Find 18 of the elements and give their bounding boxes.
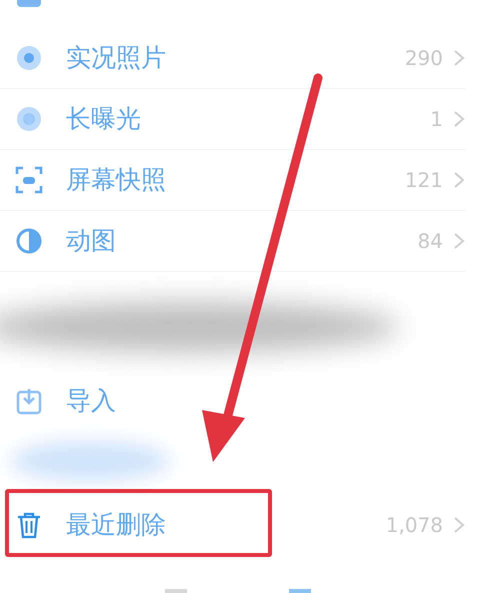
screenshot-icon bbox=[14, 165, 44, 195]
chevron-icon bbox=[453, 49, 465, 67]
album-label: 最近删除 bbox=[66, 508, 166, 541]
album-label: 长曝光 bbox=[66, 103, 141, 136]
chevron-icon bbox=[453, 171, 465, 189]
album-label: 导入 bbox=[66, 384, 116, 417]
album-label: 实况照片 bbox=[66, 42, 166, 74]
live-photo-icon bbox=[14, 43, 44, 73]
tab-indicator bbox=[289, 589, 311, 593]
album-label: 动图 bbox=[66, 225, 116, 258]
chevron-icon bbox=[453, 110, 465, 128]
chevron-icon bbox=[453, 232, 465, 250]
album-row[interactable]: 导入 bbox=[0, 370, 465, 431]
half-circle-icon bbox=[14, 226, 44, 256]
tab-indicator bbox=[165, 589, 187, 593]
album-label: 屏幕快照 bbox=[66, 164, 166, 196]
chevron-icon bbox=[453, 516, 465, 534]
circle-icon bbox=[14, 104, 44, 134]
